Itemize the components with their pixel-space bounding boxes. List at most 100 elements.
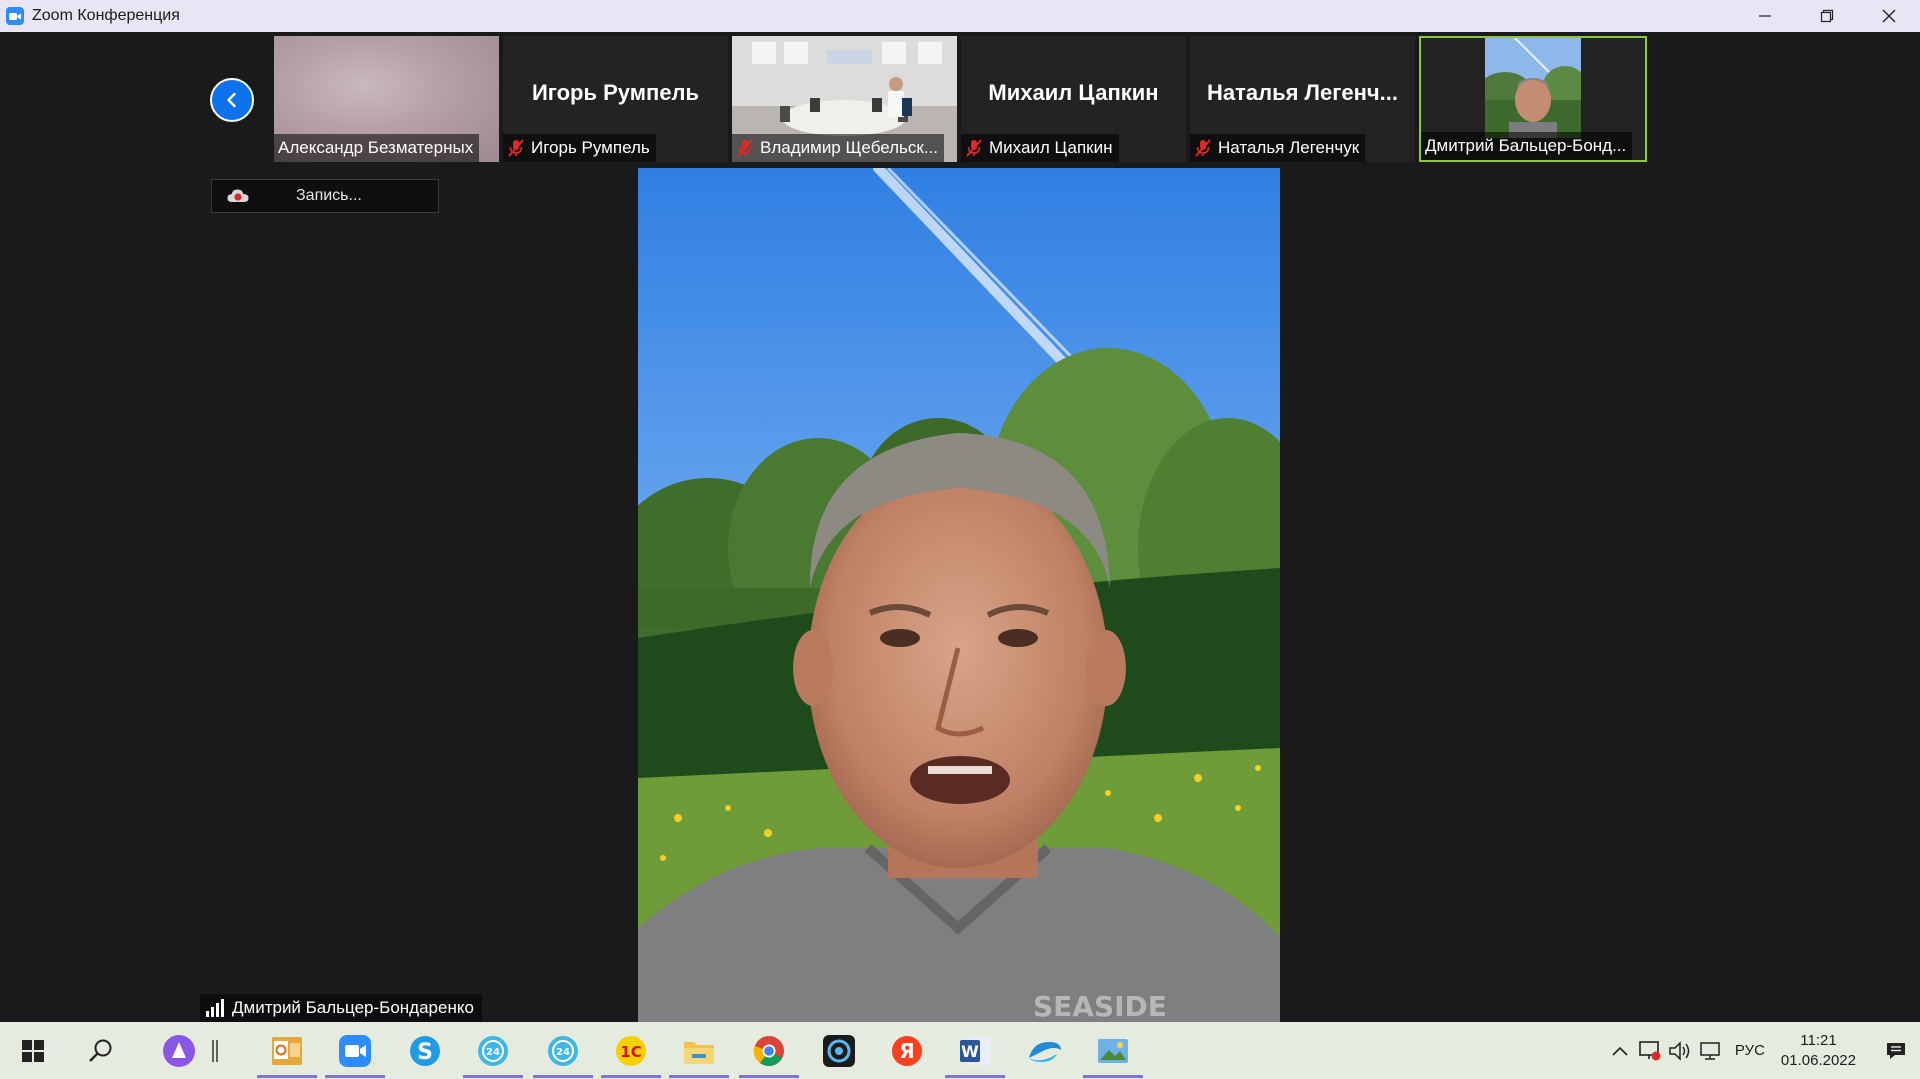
- muted-microphone-icon: [508, 139, 524, 157]
- svg-text:Я: Я: [899, 1039, 914, 1063]
- 1c-icon: 1С: [616, 1035, 646, 1066]
- close-icon: [1882, 9, 1896, 23]
- volume-button[interactable]: [1665, 1022, 1695, 1079]
- participant-name: Наталья Легенчук: [1218, 138, 1360, 157]
- taskbar-app-zoom[interactable]: [322, 1022, 388, 1079]
- cloud-recording-icon: [227, 189, 249, 202]
- file-explorer-icon: [684, 1041, 714, 1064]
- active-speaker-label: Дмитрий Бальцер-Бондаренко: [200, 994, 482, 1022]
- recording-label: Запись...: [296, 187, 362, 204]
- show-hidden-icons-button[interactable]: [1605, 1022, 1635, 1079]
- participant-strip: Александр Безматерных Игорь Румпель Игор…: [274, 36, 1651, 162]
- restore-button[interactable]: [1796, 0, 1858, 32]
- meeting-area: Александр Безматерных Игорь Румпель Игор…: [0, 32, 1920, 1022]
- taskbar-app-camera[interactable]: [806, 1022, 872, 1079]
- participant-display-name: Игорь Румпель: [531, 80, 700, 105]
- alice-icon: [163, 1034, 195, 1067]
- participant-label: Наталья Легенчук: [1190, 134, 1366, 162]
- taskbar-search-button[interactable]: [68, 1022, 134, 1079]
- muted-microphone-icon: [737, 139, 753, 157]
- chrome-icon: [753, 1035, 784, 1066]
- participant-video: [1485, 38, 1581, 138]
- title-bar: Zoom Конференция: [0, 0, 1920, 32]
- zoom-camera-icon: [6, 7, 24, 25]
- participant-label: Игорь Румпель: [503, 134, 656, 162]
- participant-display-name: Наталья Легенч...: [1206, 80, 1399, 105]
- camera-icon: [823, 1034, 855, 1067]
- muted-microphone-icon: [1195, 139, 1211, 157]
- participant-label: Дмитрий Бальцер-Бонд...: [1421, 132, 1633, 160]
- monitor-alert-icon: [1639, 1040, 1661, 1060]
- recording-indicator[interactable]: Запись...: [211, 179, 439, 213]
- speaker-video-image: SEASIDE: [638, 168, 1280, 1022]
- yandex-icon: Я: [892, 1035, 922, 1066]
- muted-microphone-icon: [966, 139, 982, 157]
- signal-strength-icon: [206, 999, 224, 1017]
- network-icon: [1700, 1041, 1720, 1060]
- bitrix24-icon: 24: [478, 1035, 508, 1066]
- self-video-image: [1485, 38, 1581, 138]
- start-button[interactable]: [0, 1022, 66, 1079]
- participant-name: Дмитрий Бальцер-Бонд...: [1425, 136, 1627, 155]
- word-icon: W: [960, 1036, 990, 1065]
- participant-display-name: Михаил Цапкин: [988, 80, 1159, 105]
- divider-icon: [212, 1039, 218, 1062]
- taskbar-app-bitrix24[interactable]: 24: [530, 1022, 596, 1079]
- system-tray: РУС 11:21 01.06.2022: [1605, 1022, 1920, 1079]
- taskbar-app-1c[interactable]: 1С: [598, 1022, 664, 1079]
- speaker-volume-icon: [1669, 1040, 1690, 1061]
- clock-time: 11:21: [1800, 1031, 1837, 1049]
- taskbar-app-skype[interactable]: S: [392, 1022, 458, 1079]
- search-icon: [89, 1039, 112, 1062]
- bitrix24-icon: 24: [548, 1035, 578, 1066]
- zoom-icon: [339, 1034, 371, 1067]
- minimize-icon: [1759, 15, 1771, 17]
- skype-icon: S: [410, 1035, 440, 1066]
- chevron-left-icon: [227, 92, 236, 108]
- taskbar: S 24 24 1С Я W РУС 11:21 01.06.2022: [0, 1022, 1920, 1079]
- participant-label: Михаил Цапкин: [961, 134, 1119, 162]
- window-controls: [1734, 0, 1920, 32]
- participant-name: Владимир Щебельск...: [760, 138, 939, 157]
- taskbar-app-image-viewer[interactable]: [1080, 1022, 1146, 1079]
- taskbar-app-yandex[interactable]: Я: [874, 1022, 940, 1079]
- notifications-button[interactable]: [1872, 1022, 1920, 1079]
- active-speaker-name: Дмитрий Бальцер-Бондаренко: [232, 998, 474, 1017]
- taskbar-app-chrome[interactable]: [736, 1022, 802, 1079]
- window-title: Zoom Конференция: [32, 7, 180, 24]
- svg-text:24: 24: [556, 1047, 570, 1058]
- notification-center-icon: [1887, 1042, 1905, 1059]
- restore-icon: [1820, 9, 1834, 23]
- shirt-print: SEASIDE: [1033, 990, 1167, 1022]
- image-viewer-icon: [1098, 1038, 1128, 1063]
- participant-tile-active[interactable]: Дмитрий Бальцер-Бонд...: [1419, 36, 1647, 162]
- tray-security-button[interactable]: [1635, 1022, 1665, 1079]
- taskbar-app-outlook[interactable]: [254, 1022, 320, 1079]
- svg-text:W: W: [961, 1042, 979, 1061]
- participant-tile[interactable]: Михаил Цапкин Михаил Цапкин: [961, 36, 1186, 162]
- taskbar-divider: [200, 1022, 230, 1079]
- participant-tile[interactable]: Наталья Легенч... Наталья Легенчук: [1190, 36, 1415, 162]
- participant-name: Игорь Румпель: [531, 138, 650, 157]
- taskbar-app-bitrix24[interactable]: 24: [460, 1022, 526, 1079]
- taskbar-app-word[interactable]: W: [942, 1022, 1008, 1079]
- windows-start-icon: [22, 1039, 44, 1062]
- taskbar-app-edge[interactable]: [1012, 1022, 1078, 1079]
- taskbar-clock[interactable]: 11:21 01.06.2022: [1781, 1031, 1856, 1071]
- edge-icon: [1029, 1041, 1061, 1062]
- svg-text:24: 24: [486, 1047, 500, 1058]
- close-button[interactable]: [1858, 0, 1920, 32]
- outlook-icon: [272, 1036, 302, 1065]
- participant-tile[interactable]: Игорь Румпель Игорь Румпель: [503, 36, 728, 162]
- network-button[interactable]: [1695, 1022, 1725, 1079]
- participant-label: Александр Безматерных: [274, 134, 480, 162]
- participant-tile[interactable]: Владимир Щебельск...: [732, 36, 957, 162]
- previous-page-button[interactable]: [210, 78, 254, 122]
- svg-text:S: S: [417, 1040, 433, 1065]
- minimize-button[interactable]: [1734, 0, 1796, 32]
- taskbar-app-file-explorer[interactable]: [666, 1022, 732, 1079]
- participant-tile[interactable]: Александр Безматерных: [274, 36, 499, 162]
- svg-text:1С: 1С: [620, 1043, 641, 1061]
- participant-label: Владимир Щебельск...: [732, 134, 945, 162]
- input-language-indicator[interactable]: РУС: [1735, 1042, 1765, 1059]
